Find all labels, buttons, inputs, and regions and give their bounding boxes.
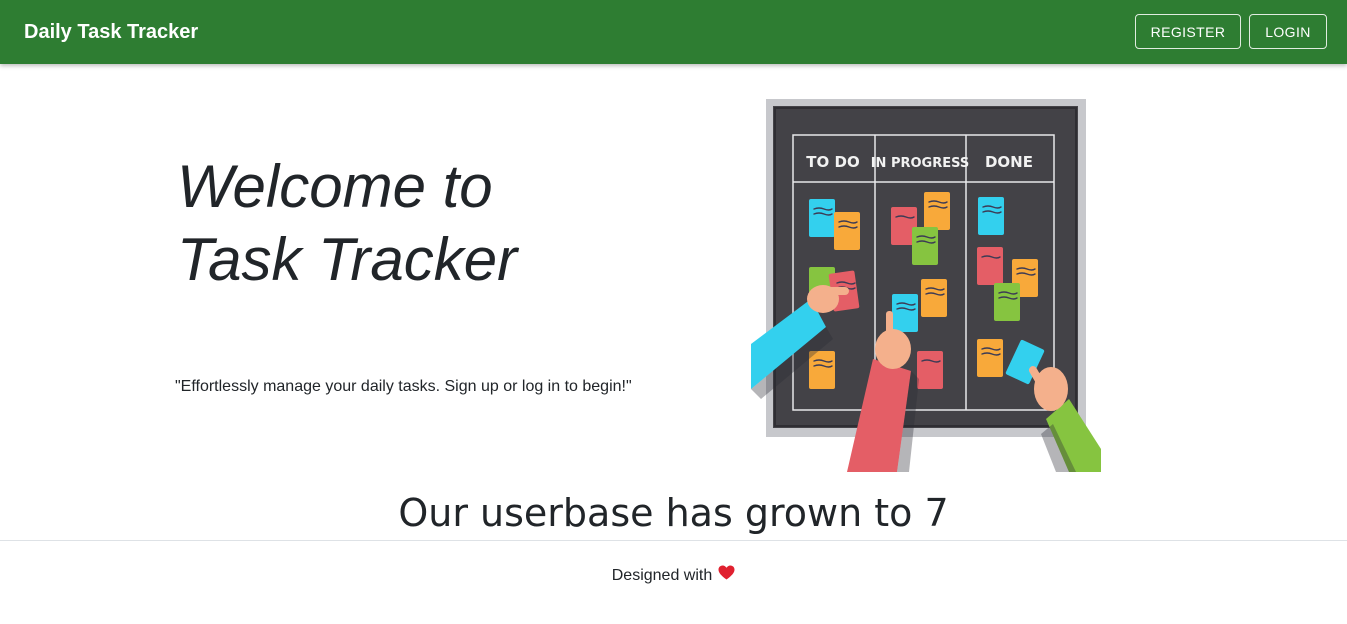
footer-divider	[0, 540, 1347, 541]
kanban-board-illustration: TO DO IN PROGRESS DONE	[751, 99, 1101, 472]
kanban-board-image: TO DO IN PROGRESS DONE	[751, 99, 1101, 472]
footer: Designed with	[0, 565, 1347, 586]
hero-title: Welcome to Task Tracker	[177, 153, 518, 293]
column-header-todo: TO DO	[806, 153, 859, 171]
navbar: Daily Task Tracker REGISTER LOGIN	[0, 0, 1347, 64]
footer-text: Designed with	[611, 567, 713, 585]
register-button[interactable]: REGISTER	[1135, 14, 1241, 49]
hero-subtitle: "Effortlessly manage your daily tasks. S…	[175, 378, 632, 395]
column-header-done: DONE	[985, 153, 1033, 171]
brand-title[interactable]: Daily Task Tracker	[24, 19, 198, 45]
heart-icon	[718, 565, 735, 585]
userbase-count-heading: Our userbase has grown to 7	[398, 491, 949, 535]
column-header-in-progress: IN PROGRESS	[871, 156, 970, 171]
login-button[interactable]: LOGIN	[1249, 14, 1327, 49]
